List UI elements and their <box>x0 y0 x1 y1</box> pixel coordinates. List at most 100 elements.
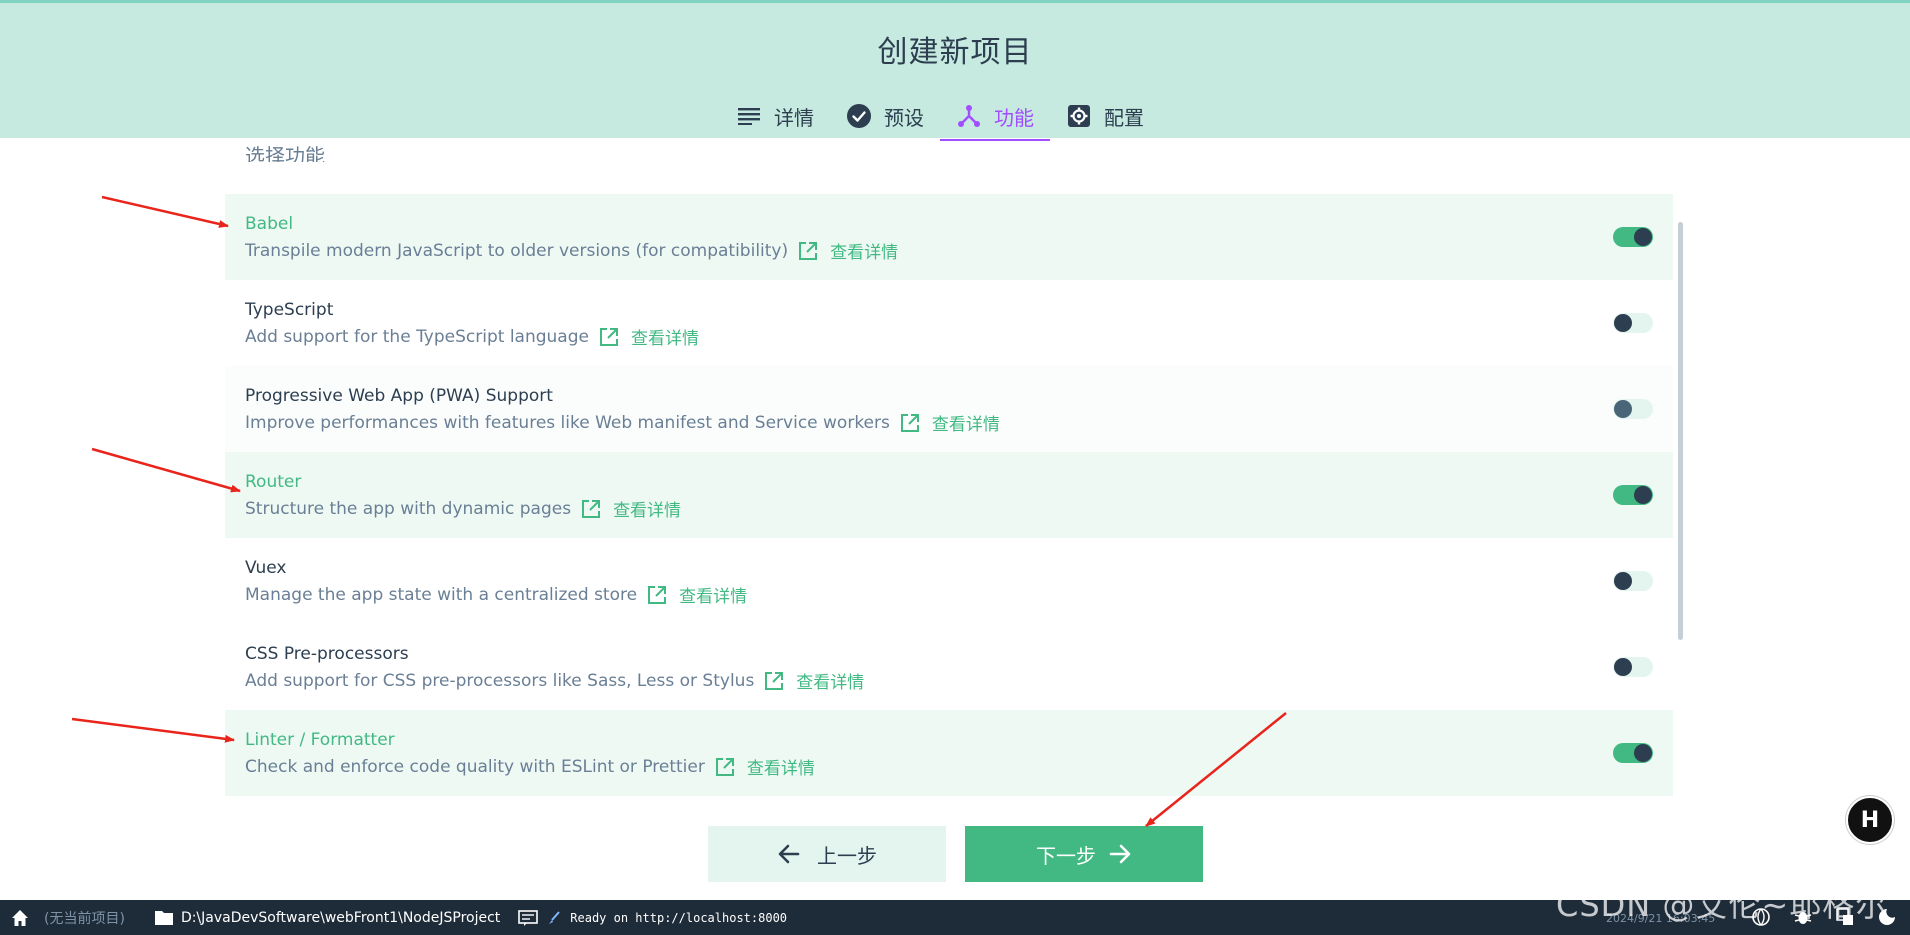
feature-list-panel: 选择功能 Babel Transpile modern JavaScript t… <box>0 138 1910 900</box>
current-project-status[interactable]: (无当前项目) <box>44 908 125 928</box>
toggle-knob <box>1634 228 1652 246</box>
next-step-label: 下一步 <box>1036 843 1096 868</box>
folder-icon <box>154 910 173 925</box>
console-icon <box>518 909 539 926</box>
details-link[interactable]: 查看详情 <box>764 668 864 693</box>
feature-description: Add support for the TypeScript language … <box>245 324 699 350</box>
toggle-knob <box>1614 314 1632 332</box>
details-link-label: 查看详情 <box>796 673 865 693</box>
details-link[interactable]: 查看详情 <box>900 410 1000 435</box>
details-link[interactable]: 查看详情 <box>715 754 815 779</box>
tab-features-label: 功能 <box>994 105 1034 130</box>
prev-step-label: 上一步 <box>817 843 877 868</box>
feature-description-text: Add support for the TypeScript language <box>245 326 589 347</box>
details-link-label: 查看详情 <box>630 329 699 349</box>
feature-name: TypeScript <box>245 300 334 320</box>
fork-icon <box>956 103 982 129</box>
feature-description: Add support for CSS pre-processors like … <box>245 668 864 694</box>
feature-description: Manage the app state with a centralized … <box>245 582 747 608</box>
external-link-icon <box>798 241 818 261</box>
assistant-logo-icon: H <box>1860 807 1880 833</box>
brush-icon <box>548 910 561 925</box>
feature-description: Structure the app with dynamic pages 查看详… <box>245 496 681 522</box>
feature-name: Babel <box>245 214 294 234</box>
page-title: 创建新项目 <box>877 35 1033 70</box>
feature-linter-formatter[interactable]: Linter / Formatter Check and enforce cod… <box>225 710 1673 796</box>
details-link-label: 查看详情 <box>931 415 1000 435</box>
feature-description-text: Improve performances with features like … <box>245 412 890 433</box>
details-link[interactable]: 查看详情 <box>647 582 747 607</box>
feature-description-text: Structure the app with dynamic pages <box>245 498 572 519</box>
tab-bar: 详情 预设 功能 配置 <box>720 91 1160 141</box>
details-link[interactable]: 查看详情 <box>599 324 699 349</box>
feature-toggle[interactable] <box>1613 399 1653 419</box>
feature-name: Progressive Web App (PWA) Support <box>245 386 553 406</box>
feature-description: Transpile modern JavaScript to older ver… <box>245 238 898 264</box>
scrollbar[interactable] <box>1678 222 1683 640</box>
home-icon[interactable] <box>0 900 40 935</box>
external-link-icon <box>599 327 619 347</box>
arrow-right-icon <box>1108 842 1132 866</box>
prev-step-button[interactable]: 上一步 <box>708 826 946 882</box>
next-step-button[interactable]: 下一步 <box>965 826 1203 882</box>
feature-description-text: Check and enforce code quality with ESLi… <box>245 756 705 777</box>
details-link-label: 查看详情 <box>613 501 682 521</box>
feature-toggle[interactable] <box>1613 571 1653 591</box>
external-link-icon <box>764 671 784 691</box>
feature-name: Router <box>245 472 302 492</box>
external-link-icon <box>900 413 920 433</box>
floating-assistant-button[interactable]: H <box>1846 796 1894 844</box>
external-link-icon <box>581 499 601 519</box>
feature-css-preprocessors[interactable]: CSS Pre-processors Add support for CSS p… <box>225 624 1673 710</box>
section-title: 选择功能 <box>245 144 325 162</box>
tab-details-label: 详情 <box>774 105 814 130</box>
feature-name: CSS Pre-processors <box>245 644 409 664</box>
tab-presets-label: 预设 <box>884 105 924 130</box>
feature-description: Improve performances with features like … <box>245 410 1000 436</box>
gear-icon <box>1066 103 1092 129</box>
log-message: Ready on http://localhost:8000 <box>570 910 788 925</box>
project-path: D:\JavaDevSoftware\webFront1\NodeJSProje… <box>180 909 501 926</box>
header: 创建新项目 详情 预设 功能 配置 <box>0 0 1910 141</box>
tab-config-label: 配置 <box>1104 105 1144 130</box>
feature-pwa[interactable]: Progressive Web App (PWA) Support Improv… <box>225 366 1673 452</box>
details-link[interactable]: 查看详情 <box>798 238 898 263</box>
toggle-knob <box>1634 744 1652 762</box>
feature-description-text: Add support for CSS pre-processors like … <box>245 670 755 691</box>
feature-toggle[interactable] <box>1613 743 1653 763</box>
toggle-knob <box>1614 400 1632 418</box>
toggle-knob <box>1634 486 1652 504</box>
feature-router[interactable]: Router Structure the app with dynamic pa… <box>225 452 1673 538</box>
feature-toggle[interactable] <box>1613 485 1653 505</box>
feature-babel[interactable]: Babel Transpile modern JavaScript to old… <box>225 194 1673 280</box>
feature-toggle[interactable] <box>1613 657 1653 677</box>
arrow-left-icon <box>777 842 801 866</box>
project-folder[interactable]: D:\JavaDevSoftware\webFront1\NodeJSProje… <box>154 909 501 926</box>
feature-description: Check and enforce code quality with ESLi… <box>245 754 815 780</box>
feature-typescript[interactable]: TypeScript Add support for the TypeScrip… <box>225 280 1673 366</box>
tab-presets[interactable]: 预设 <box>830 91 940 141</box>
external-link-icon <box>647 585 667 605</box>
watermark: CSDN @艾伦~耶格尔 <box>1556 886 1889 924</box>
list-icon <box>736 103 762 129</box>
console-log[interactable]: Ready on http://localhost:8000 <box>518 909 788 926</box>
feature-description-text: Transpile modern JavaScript to older ver… <box>245 240 789 261</box>
feature-vuex[interactable]: Vuex Manage the app state with a central… <box>225 538 1673 624</box>
details-link-label: 查看详情 <box>746 759 815 779</box>
feature-toggle[interactable] <box>1613 313 1653 333</box>
external-link-icon <box>715 757 735 777</box>
app-window: 创建新项目 详情 预设 功能 配置 选择功能 Babel Transpile m… <box>0 0 1910 935</box>
feature-name: Linter / Formatter <box>245 730 395 750</box>
feature-toggle[interactable] <box>1613 227 1653 247</box>
check-circle-icon <box>846 103 872 129</box>
details-link-label: 查看详情 <box>679 587 748 607</box>
tab-config[interactable]: 配置 <box>1050 91 1160 141</box>
feature-name: Vuex <box>245 558 287 578</box>
tab-features[interactable]: 功能 <box>940 91 1050 141</box>
feature-description-text: Manage the app state with a centralized … <box>245 584 638 605</box>
details-link[interactable]: 查看详情 <box>581 496 681 521</box>
feature-list: Babel Transpile modern JavaScript to old… <box>225 194 1673 796</box>
tab-details[interactable]: 详情 <box>720 91 830 141</box>
toggle-knob <box>1614 658 1632 676</box>
toggle-knob <box>1614 572 1632 590</box>
